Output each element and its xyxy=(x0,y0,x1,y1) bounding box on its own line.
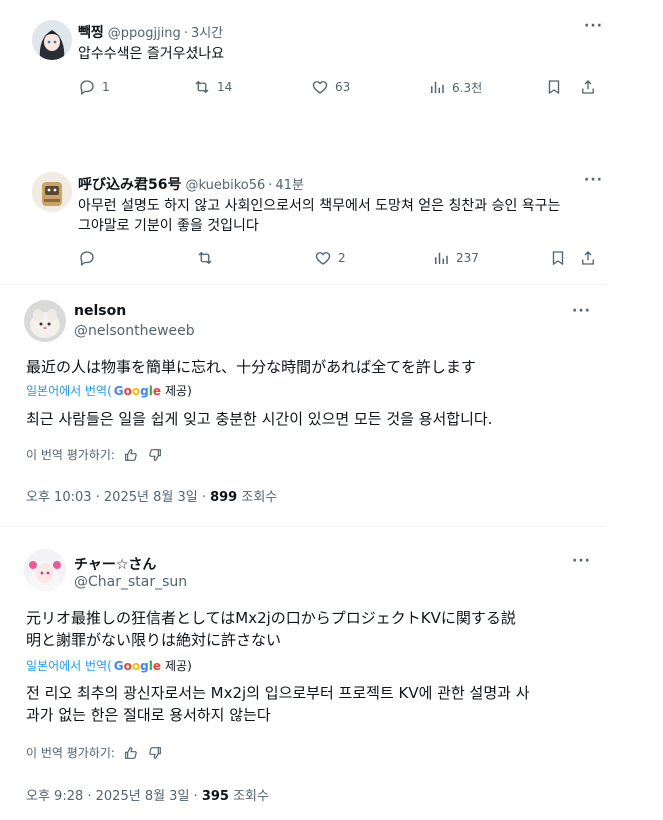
reply-button[interactable] xyxy=(78,249,102,267)
bookmark-button[interactable] xyxy=(545,78,563,96)
original-text: 最近の人は物事を簡単に忘れ、十分な時間があれば全てを許します xyxy=(26,358,476,376)
avatar[interactable] xyxy=(32,172,72,212)
more-options-button[interactable]: ··· xyxy=(572,553,591,569)
heart-icon xyxy=(315,252,331,265)
retweet-button[interactable] xyxy=(196,249,220,267)
user-handle[interactable]: @ppogjjing xyxy=(108,26,181,41)
share-button[interactable] xyxy=(579,78,597,96)
tweet-text-line: 아무런 설명도 하지 않고 사회인으로서의 책무에서 도망쳐 얻은 칭찬과 승인… xyxy=(78,198,561,214)
translated-text-line: 과가 없는 한은 절대로 용서하지 않는다 xyxy=(26,706,271,724)
reply-icon xyxy=(80,80,94,96)
translated-text-line: 전 리오 최추의 광신자로서는 Mx2j의 입으로부터 프로젝트 KV에 관한 … xyxy=(26,684,530,702)
tweet-time[interactable]: 3시간 xyxy=(191,22,223,41)
user-handle[interactable]: @Char_star_sun xyxy=(74,574,187,590)
tweet-text: 압수수색은 즐거우셨나요 xyxy=(78,46,225,62)
display-name[interactable]: 빽찡 xyxy=(78,22,104,42)
google-logo: Google xyxy=(113,658,161,673)
rate-translation: 이 번역 평가하기: xyxy=(26,744,163,761)
timestamp-text: 오후 10:03 · 2025년 8월 3일 · xyxy=(26,490,211,505)
retweet-count: 14 xyxy=(217,80,233,94)
reply-icon xyxy=(80,251,94,267)
post-timestamp[interactable]: 오후 9:28 · 2025년 8월 3일 · 395 조회수 xyxy=(26,785,269,804)
retweet-icon xyxy=(195,80,209,94)
display-name[interactable]: チャー☆さん xyxy=(74,554,156,574)
like-count: 63 xyxy=(335,80,351,94)
google-logo: Google xyxy=(113,383,161,398)
heart-icon xyxy=(312,81,328,94)
translated-from-label: 일본어에서 번역( xyxy=(26,659,112,673)
divider xyxy=(0,284,606,285)
share-icon xyxy=(582,251,594,265)
avatar[interactable] xyxy=(32,20,72,60)
bookmark-icon xyxy=(552,251,564,266)
tweet-header: 呼び込み君56号 @kuebiko56 · 41분 xyxy=(78,174,304,194)
more-options-button[interactable]: ··· xyxy=(584,18,603,34)
provider-label: 제공) xyxy=(165,384,192,398)
separator-dot: · xyxy=(268,178,273,193)
thumbs-up-icon[interactable] xyxy=(123,745,139,761)
user-handle[interactable]: @kuebiko56 xyxy=(185,178,265,193)
views-button[interactable]: 6.3천 xyxy=(428,78,482,96)
views-icon xyxy=(435,252,448,264)
thumbs-down-icon[interactable] xyxy=(147,447,163,463)
tweet-header: 빽찡 @ppogjjing · 3시간 xyxy=(78,22,223,42)
post-timestamp[interactable]: 오후 10:03 · 2025년 8월 3일 · 899 조회수 xyxy=(26,486,277,505)
rate-translation-label: 이 번역 평가하기: xyxy=(26,448,115,462)
original-text-line: 明と謝罪がない限りは絶対に許さない xyxy=(26,631,282,649)
retweet-icon xyxy=(198,251,212,265)
bookmark-button[interactable] xyxy=(549,249,567,267)
retweet-button[interactable]: 14 xyxy=(193,78,232,96)
original-text: 元リオ最推しの狂信者としてはMx2jの口からプロジェクトKVに関する説 明と謝罪… xyxy=(26,607,636,651)
more-options-button[interactable]: ··· xyxy=(572,303,591,319)
original-text-line: 元リオ最推しの狂信者としてはMx2jの口からプロジェクトKVに関する説 xyxy=(26,609,516,627)
views-label: 조회수 xyxy=(237,490,278,505)
thumbs-up-icon[interactable] xyxy=(123,447,139,463)
rate-translation: 이 번역 평가하기: xyxy=(26,446,163,463)
user-handle[interactable]: @nelsontheweeb xyxy=(74,323,195,339)
translated-text: 최근 사람들은 일을 쉽게 잊고 충분한 시간이 있으면 모든 것을 용서합니다… xyxy=(26,410,493,428)
reply-button[interactable]: 1 xyxy=(78,78,110,96)
timestamp-text: 오후 9:28 · 2025년 8월 3일 · xyxy=(26,789,202,804)
thumbs-down-icon[interactable] xyxy=(147,745,163,761)
views-label: 조회수 xyxy=(228,789,269,804)
separator-dot: · xyxy=(183,26,188,41)
more-options-button[interactable]: ··· xyxy=(584,172,603,188)
avatar[interactable] xyxy=(24,549,66,591)
reply-count: 1 xyxy=(102,80,110,94)
views-icon xyxy=(431,81,444,93)
display-name[interactable]: 呼び込み君56号 xyxy=(78,174,181,194)
translated-text: 전 리오 최추의 광신자로서는 Mx2j의 입으로부터 프로젝트 KV에 관한 … xyxy=(26,682,636,726)
like-button[interactable]: 2 xyxy=(314,249,346,267)
like-button[interactable]: 63 xyxy=(311,78,350,96)
provider-label: 제공) xyxy=(165,659,192,673)
display-name[interactable]: nelson xyxy=(74,303,126,319)
translation-source-link[interactable]: 일본어에서 번역( Google 제공) xyxy=(26,657,192,674)
bookmark-icon xyxy=(548,80,560,95)
share-icon xyxy=(582,80,594,94)
tweet-text-line: 그야말로 기분이 좋을 것입니다 xyxy=(78,218,259,234)
views-count: 237 xyxy=(456,251,479,265)
tweet-text: 아무런 설명도 하지 않고 사회인으로서의 책무에서 도망쳐 얻은 칭찬과 승인… xyxy=(78,196,638,236)
views-button[interactable]: 237 xyxy=(432,249,479,267)
views-count: 6.3천 xyxy=(452,80,483,95)
translated-from-label: 일본어에서 번역( xyxy=(26,384,112,398)
share-button[interactable] xyxy=(579,249,597,267)
like-count: 2 xyxy=(338,251,346,265)
views-count: 395 xyxy=(201,789,229,804)
tweet-time[interactable]: 41분 xyxy=(275,174,304,193)
divider xyxy=(0,526,606,527)
views-count: 899 xyxy=(210,490,238,505)
avatar[interactable] xyxy=(24,300,66,342)
translation-source-link[interactable]: 일본어에서 번역( Google 제공) xyxy=(26,382,192,399)
rate-translation-label: 이 번역 평가하기: xyxy=(26,746,115,760)
